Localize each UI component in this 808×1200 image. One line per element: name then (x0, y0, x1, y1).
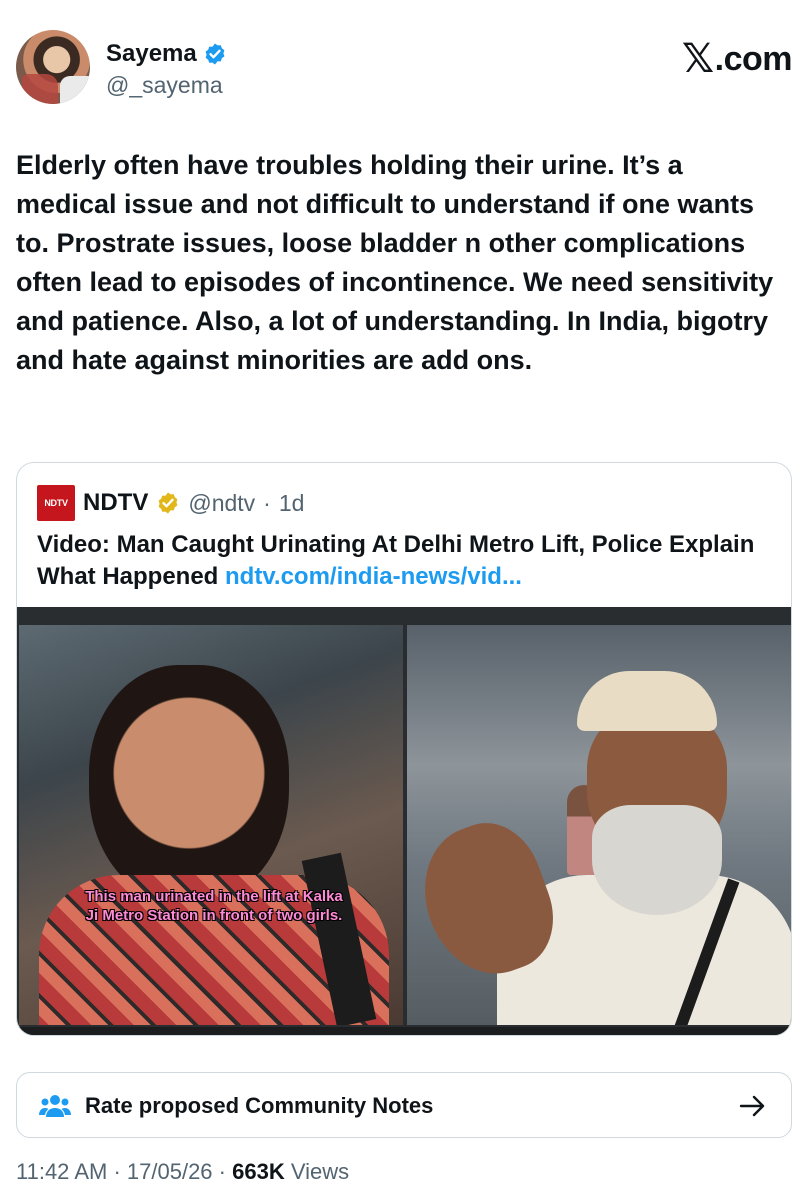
quoted-header: NDTV NDTV @ndtv · 1d (37, 485, 304, 521)
media-right-panel (407, 625, 791, 1025)
meta-separator: · (113, 1159, 121, 1184)
x-glyph: 𝕏 (681, 36, 714, 82)
tweet-date[interactable]: 17/05/26 (127, 1159, 213, 1184)
ndtv-logo: NDTV (37, 485, 75, 521)
quoted-separator: · (263, 489, 271, 516)
people-icon (39, 1095, 71, 1117)
author-handle[interactable]: @_sayema (106, 72, 227, 99)
gold-verified-badge-icon (158, 492, 178, 514)
quoted-title: Video: Man Caught Urinating At Delhi Met… (37, 529, 777, 593)
tweet-text: Elderly often have troubles holding thei… (16, 150, 774, 375)
quoted-name: NDTV (83, 489, 149, 516)
woman-figure (89, 665, 289, 905)
x-logo: 𝕏 .com (681, 36, 793, 82)
tweet-meta: 11:42 AM · 17/05/26 · 663K Views (16, 1159, 349, 1185)
community-notes-button[interactable]: Rate proposed Community Notes (16, 1072, 792, 1138)
author-name[interactable]: Sayema (106, 40, 197, 68)
man-cap (577, 671, 717, 731)
quoted-tweet-card[interactable]: NDTV NDTV @ndtv · 1d Video: Man Caught U… (16, 462, 792, 1036)
views-label: Views (290, 1159, 350, 1184)
brand-domain: .com (714, 39, 793, 78)
media-caption: This man urinated in the lift at Kalka J… (85, 888, 343, 924)
views-count: 663K (232, 1159, 285, 1184)
image-credit-bar (17, 1027, 791, 1035)
avatar[interactable] (16, 30, 90, 104)
quoted-age: 1d (278, 489, 305, 516)
arrow-right-icon (739, 1095, 765, 1117)
tweet-header: Sayema @_sayema 𝕏 .com (16, 30, 793, 110)
man-beard (592, 805, 722, 915)
tweet-time[interactable]: 11:42 AM (16, 1159, 107, 1184)
quoted-handle: @ndtv (188, 489, 256, 516)
media-left-panel: This man urinated in the lift at Kalka J… (19, 625, 403, 1025)
quoted-link[interactable]: ndtv.com/india-news/vid... (225, 563, 522, 590)
quoted-media[interactable]: This man urinated in the lift at Kalka J… (17, 607, 791, 1035)
verified-badge-icon (205, 43, 225, 65)
community-notes-label: Rate proposed Community Notes (85, 1093, 434, 1118)
meta-separator-2: · (218, 1159, 226, 1184)
author-block[interactable]: Sayema @_sayema (106, 40, 227, 99)
